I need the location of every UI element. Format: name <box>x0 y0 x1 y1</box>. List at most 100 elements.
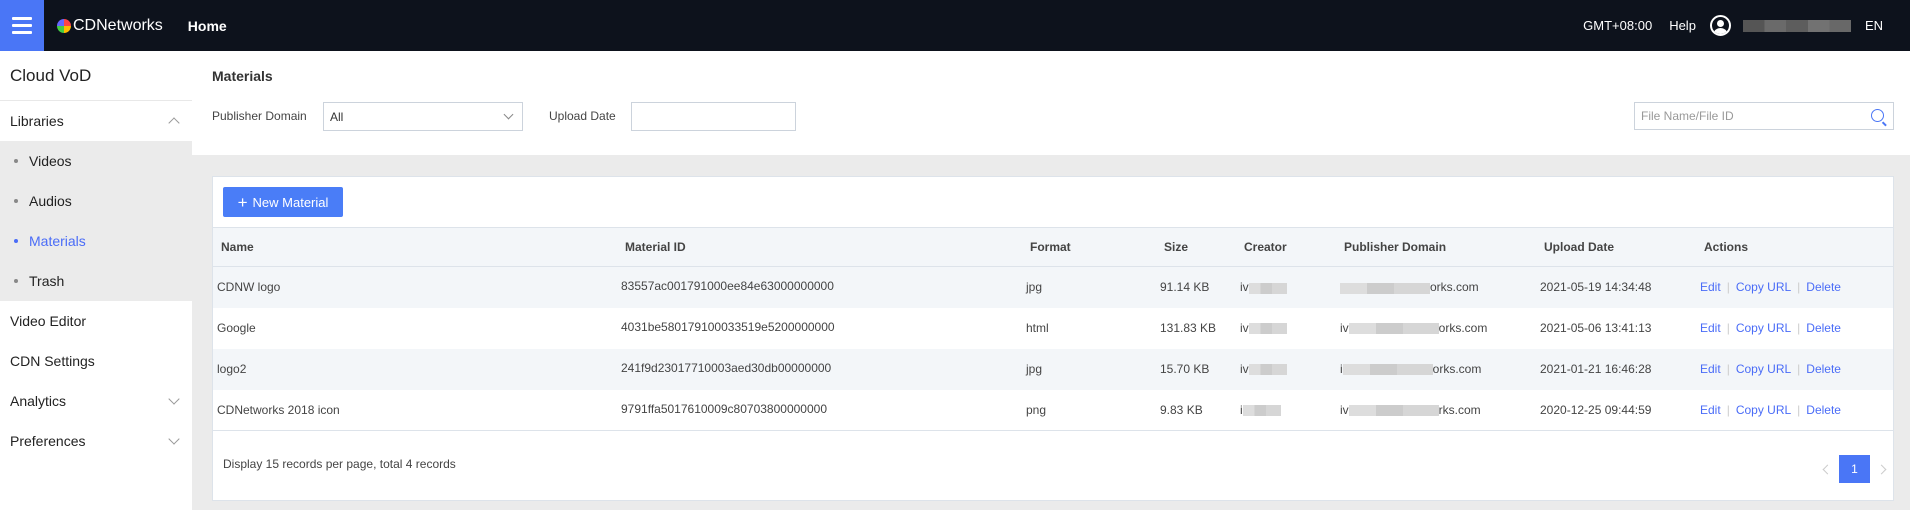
sidebar-item-videos[interactable]: Videos <box>0 141 192 181</box>
page-number-button[interactable]: 1 <box>1839 455 1870 483</box>
sidebar-item-trash[interactable]: Trash <box>0 261 192 301</box>
column-header-material-id[interactable]: Material ID <box>617 227 1022 267</box>
materials-table-panel: + New Material Name Material ID Format S… <box>212 176 1894 501</box>
divider: | <box>1726 280 1730 295</box>
bullet-icon <box>14 279 18 283</box>
cell-publisher-domain: orks.com <box>1336 266 1536 308</box>
brand-logo[interactable]: CDNetworks <box>57 17 163 35</box>
sidebar-item-preferences[interactable]: Preferences <box>0 421 192 461</box>
search-icon[interactable] <box>1871 109 1884 122</box>
creator-redacted <box>1248 282 1287 294</box>
sidebar-item-cdn-settings[interactable]: CDN Settings <box>0 341 192 381</box>
cell-publisher-domain: iv rks.com <box>1336 389 1536 431</box>
user-avatar-icon[interactable] <box>1709 15 1731 36</box>
chevron-down-icon <box>168 433 180 445</box>
button-label: New Material <box>252 194 329 210</box>
username-redacted[interactable] <box>1742 19 1851 32</box>
plus-icon: + <box>237 192 248 212</box>
sidebar-item-libraries[interactable]: Libraries <box>0 101 192 141</box>
cell-material-id: 9791ffa5017610009c80703800000000 <box>617 389 1022 431</box>
sidebar-item-label: Libraries <box>10 113 64 129</box>
column-header-actions: Actions <box>1696 227 1893 267</box>
previous-page-icon[interactable] <box>1822 464 1833 474</box>
cell-name: logo2 <box>213 348 617 390</box>
domain-suffix: orks.com <box>1438 321 1488 335</box>
top-navigation-bar: CDNetworks Home GMT+08:00 Help EN <box>0 0 1910 51</box>
sidebar-item-label: Preferences <box>10 433 86 449</box>
sidebar-item-video-editor[interactable]: Video Editor <box>0 301 192 341</box>
cell-actions: Edit | Copy URL | Delete <box>1696 266 1893 308</box>
cell-publisher-domain: iv orks.com <box>1336 308 1536 349</box>
edit-link[interactable]: Edit <box>1700 362 1721 376</box>
domain-redacted <box>1340 282 1430 294</box>
next-page-icon[interactable] <box>1876 464 1887 474</box>
chevron-down-icon <box>168 393 180 405</box>
publisher-domain-select[interactable]: All <box>323 102 523 131</box>
sidebar-item-label: Videos <box>29 153 72 169</box>
domain-redacted <box>1348 323 1439 335</box>
cell-name: CDNetworks 2018 icon <box>213 389 617 431</box>
column-header-creator[interactable]: Creator <box>1236 227 1336 267</box>
bullet-icon <box>14 199 18 203</box>
cell-creator: iv <box>1236 266 1336 308</box>
cell-format: png <box>1022 389 1156 431</box>
table-row: CDNW logo 83557ac001791000ee84e6300000000… <box>213 266 1893 308</box>
cell-size: 91.14 KB <box>1156 266 1236 308</box>
copy-url-link[interactable]: Copy URL <box>1736 403 1791 417</box>
hamburger-menu-icon[interactable] <box>0 0 44 51</box>
divider: | <box>1726 362 1730 376</box>
cell-upload-date: 2021-05-06 13:41:13 <box>1540 321 1652 335</box>
sidebar-item-label: Trash <box>29 273 65 289</box>
cell-name: CDNW logo <box>213 266 617 308</box>
selected-value: All <box>330 109 344 124</box>
edit-link[interactable]: Edit <box>1700 403 1721 417</box>
cell-creator: i <box>1236 389 1336 431</box>
divider: | <box>1797 321 1801 335</box>
libraries-submenu: Videos Audios Materials Trash <box>0 141 192 301</box>
column-header-name[interactable]: Name <box>213 227 617 267</box>
column-header-publisher-domain[interactable]: Publisher Domain <box>1336 227 1536 267</box>
column-header-format[interactable]: Format <box>1022 227 1156 267</box>
upload-date-label: Upload Date <box>549 109 616 123</box>
pagination: 1 <box>1822 455 1887 483</box>
search-placeholder: File Name/File ID <box>1641 109 1734 123</box>
cell-format: jpg <box>1022 266 1156 308</box>
edit-link[interactable]: Edit <box>1700 280 1721 294</box>
delete-link[interactable]: Delete <box>1806 362 1841 376</box>
chevron-down-icon <box>503 109 514 120</box>
divider: | <box>1726 321 1730 335</box>
edit-link[interactable]: Edit <box>1700 321 1721 335</box>
sidebar-item-audios[interactable]: Audios <box>0 181 192 221</box>
copy-url-link[interactable]: Copy URL <box>1736 321 1791 335</box>
delete-link[interactable]: Delete <box>1806 403 1841 417</box>
cell-size: 15.70 KB <box>1156 348 1236 390</box>
divider: | <box>1797 402 1801 417</box>
sidebar-item-analytics[interactable]: Analytics <box>0 381 192 421</box>
delete-link[interactable]: Delete <box>1806 280 1841 294</box>
new-material-button[interactable]: + New Material <box>223 187 343 217</box>
copy-url-link[interactable]: Copy URL <box>1736 280 1791 294</box>
cell-creator: iv <box>1236 348 1336 390</box>
page-title: Materials <box>212 68 273 84</box>
delete-link[interactable]: Delete <box>1806 321 1841 335</box>
creator-redacted <box>1248 323 1287 335</box>
cell-actions: Edit | Copy URL | Delete <box>1696 389 1893 431</box>
copy-url-link[interactable]: Copy URL <box>1736 362 1791 376</box>
domain-suffix: orks.com <box>1430 280 1479 295</box>
publisher-domain-label: Publisher Domain <box>212 109 307 123</box>
sidebar-item-materials[interactable]: Materials <box>0 221 192 261</box>
timezone-selector[interactable]: GMT+08:00 <box>1583 18 1652 33</box>
search-input[interactable]: File Name/File ID <box>1634 102 1894 130</box>
upload-date-input[interactable] <box>631 102 796 131</box>
domain-suffix: orks.com <box>1432 362 1482 376</box>
domain-prefix: iv <box>1340 321 1349 335</box>
creator-prefix: iv <box>1240 321 1249 335</box>
language-selector[interactable]: EN <box>1865 18 1883 33</box>
column-header-size[interactable]: Size <box>1156 227 1236 267</box>
creator-prefix: iv <box>1240 362 1249 376</box>
home-link[interactable]: Home <box>188 18 227 34</box>
help-link[interactable]: Help <box>1669 18 1696 33</box>
cell-material-id: 4031be580179100033519e5200000000 <box>621 319 835 334</box>
column-header-upload-date[interactable]: Upload Date <box>1536 227 1696 267</box>
table-row: Google 4031be580179100033519e5200000000 ht… <box>213 308 1893 349</box>
